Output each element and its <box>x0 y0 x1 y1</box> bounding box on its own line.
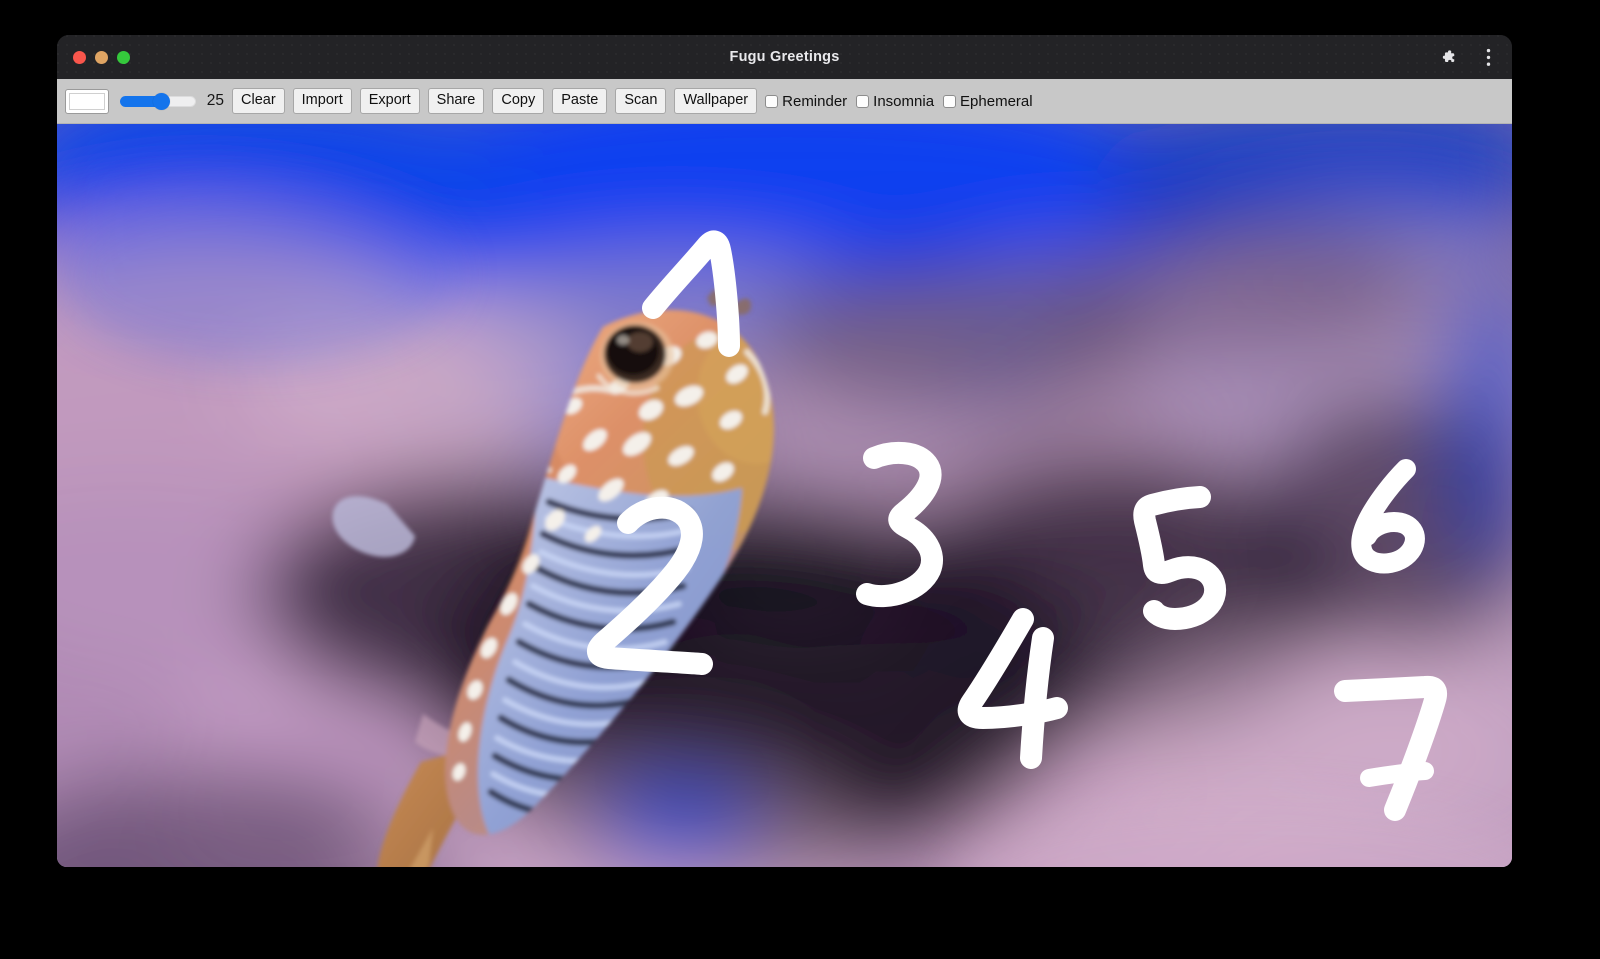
ink-layer <box>587 230 1448 821</box>
color-picker[interactable] <box>65 88 109 114</box>
scan-button[interactable]: Scan <box>615 88 667 114</box>
minimize-window-button[interactable] <box>95 50 108 64</box>
export-button[interactable]: Export <box>359 88 420 114</box>
clear-button[interactable]: Clear <box>232 88 285 114</box>
close-window-button[interactable] <box>73 50 86 64</box>
ink-digit-1 <box>642 230 740 357</box>
reminder-checkbox-label: Reminder <box>782 92 848 110</box>
traffic-lights <box>73 35 130 79</box>
reminder-checkbox[interactable]: Reminder <box>765 93 847 110</box>
ink-digit-7 <box>1334 675 1448 821</box>
title-bar: Fugu Greetings <box>57 35 1512 79</box>
paste-button[interactable]: Paste <box>552 88 608 114</box>
stroke-width-slider[interactable] <box>120 91 196 111</box>
browser-window: Fugu Greetings 25 Clear Import Export Sh… <box>57 35 1512 867</box>
ephemeral-checkbox-label: Ephemeral <box>960 92 1033 110</box>
maximize-window-button[interactable] <box>117 50 130 64</box>
copy-button[interactable]: Copy <box>492 88 545 114</box>
ink-digit-2 <box>587 496 713 675</box>
screen: Fugu Greetings 25 Clear Import Export Sh… <box>0 0 1600 959</box>
app-toolbar: 25 Clear Import Export Share Copy Paste … <box>57 79 1512 124</box>
insomnia-checkbox-label: Insomnia <box>873 92 935 110</box>
slider-thumb[interactable] <box>153 92 171 110</box>
ephemeral-checkbox[interactable]: Ephemeral <box>943 93 1033 110</box>
reminder-checkbox-box[interactable] <box>765 94 779 108</box>
ink-digit-6 <box>1351 459 1425 574</box>
import-button[interactable]: Import <box>292 88 352 114</box>
more-menu-icon[interactable] <box>1478 47 1498 67</box>
window-title: Fugu Greetings <box>729 49 840 65</box>
share-button[interactable]: Share <box>427 88 485 114</box>
wallpaper-button[interactable]: Wallpaper <box>674 88 758 114</box>
extensions-icon[interactable] <box>1438 47 1458 67</box>
ink-digit-5 <box>1133 486 1227 630</box>
ink-digit-4 <box>957 608 1068 769</box>
ephemeral-checkbox-box[interactable] <box>943 94 957 108</box>
title-bar-actions <box>1438 35 1498 79</box>
drawing-canvas[interactable] <box>57 124 1512 867</box>
ink-digit-3 <box>856 441 943 608</box>
stroke-width-value: 25 <box>206 92 224 109</box>
insomnia-checkbox[interactable]: Insomnia <box>856 93 934 110</box>
insomnia-checkbox-box[interactable] <box>856 94 870 108</box>
